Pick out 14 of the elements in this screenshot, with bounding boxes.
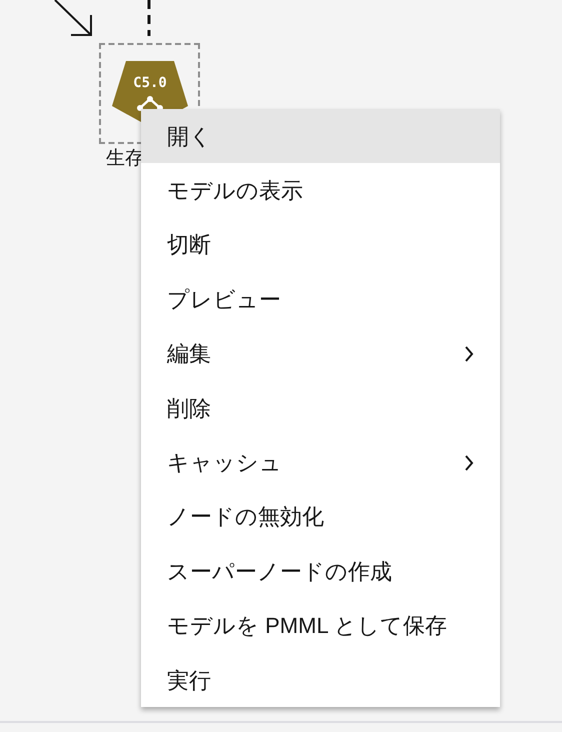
menu-item[interactable]: モデルの表示	[141, 163, 500, 218]
menu-item[interactable]: スーパーノードの作成	[141, 544, 500, 599]
menu-item[interactable]: プレビュー	[141, 272, 500, 327]
menu-item[interactable]: モデルを PMML として保存	[141, 598, 500, 653]
connector-arrow	[54, 0, 94, 38]
connector-line	[147, 0, 151, 36]
menu-item[interactable]: 削除	[141, 380, 500, 436]
menu-item[interactable]: 開く	[141, 109, 500, 164]
menu-item[interactable]: 切断	[141, 218, 500, 272]
menu-item[interactable]: キャッシュ	[141, 435, 500, 490]
menu-item[interactable]: ノードの無効化	[141, 490, 500, 544]
menu-item[interactable]: 編集	[141, 326, 500, 381]
node-label: 生存	[106, 149, 144, 168]
menu-item[interactable]: 実行	[141, 652, 500, 708]
